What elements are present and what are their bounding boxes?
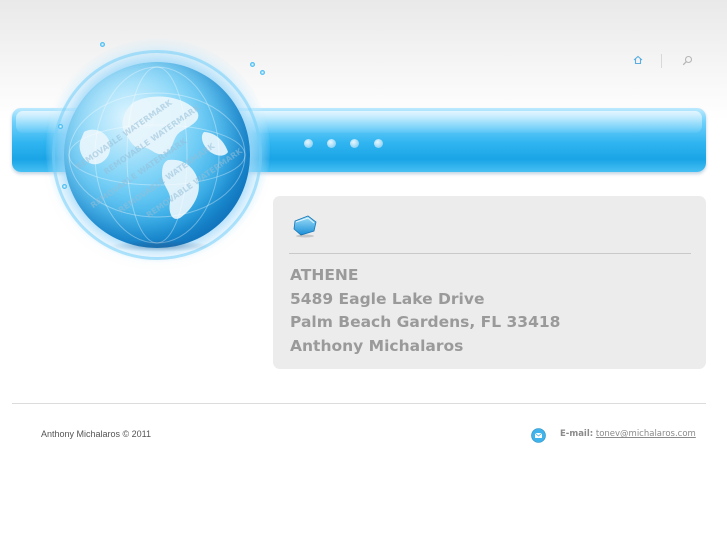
card-divider <box>289 253 691 254</box>
slide-dot[interactable] <box>374 139 383 148</box>
company-name: ATHENE <box>290 266 359 284</box>
sparkle <box>100 42 105 47</box>
slide-dot[interactable] <box>304 139 313 148</box>
contact-card: ATHENE 5489 Eagle Lake Drive Palm Beach … <box>273 196 706 369</box>
city-state-zip: Palm Beach Gardens, FL 33418 <box>290 313 561 331</box>
copyright-text: Anthony Michalaros © 2011 <box>41 429 152 439</box>
globe-shadow <box>110 240 210 252</box>
contact-person: Anthony Michalaros <box>290 336 464 355</box>
home-icon[interactable] <box>633 55 643 65</box>
sparkle <box>62 184 67 189</box>
contact-card-icon <box>293 215 317 238</box>
email-label: E-mail: <box>560 429 594 439</box>
mail-icon <box>531 428 546 443</box>
sparkle <box>58 124 63 129</box>
slide-dot[interactable] <box>327 139 336 148</box>
globe-image: REMOVABLE WATERMARK REMOVABLE WATERMARK … <box>64 62 250 248</box>
header-divider <box>661 54 662 68</box>
header-tools <box>630 54 700 68</box>
slide-dot[interactable] <box>350 139 359 148</box>
slide-dots <box>304 139 394 149</box>
globe-logo: REMOVABLE WATERMARK REMOVABLE WATERMARK … <box>38 28 278 262</box>
sparkle <box>260 70 265 75</box>
search-icon[interactable] <box>682 55 693 66</box>
globe-continents: REMOVABLE WATERMARK REMOVABLE WATERMARK … <box>68 66 246 244</box>
email-link[interactable]: tonev@michalaros.com <box>596 429 696 439</box>
footer-divider <box>12 403 706 404</box>
sparkle <box>250 62 255 67</box>
address-block: ATHENE 5489 Eagle Lake Drive Palm Beach … <box>290 264 690 358</box>
email-contact: E-mail: tonev@michalaros.com <box>560 429 696 439</box>
street-address: 5489 Eagle Lake Drive <box>290 289 485 308</box>
